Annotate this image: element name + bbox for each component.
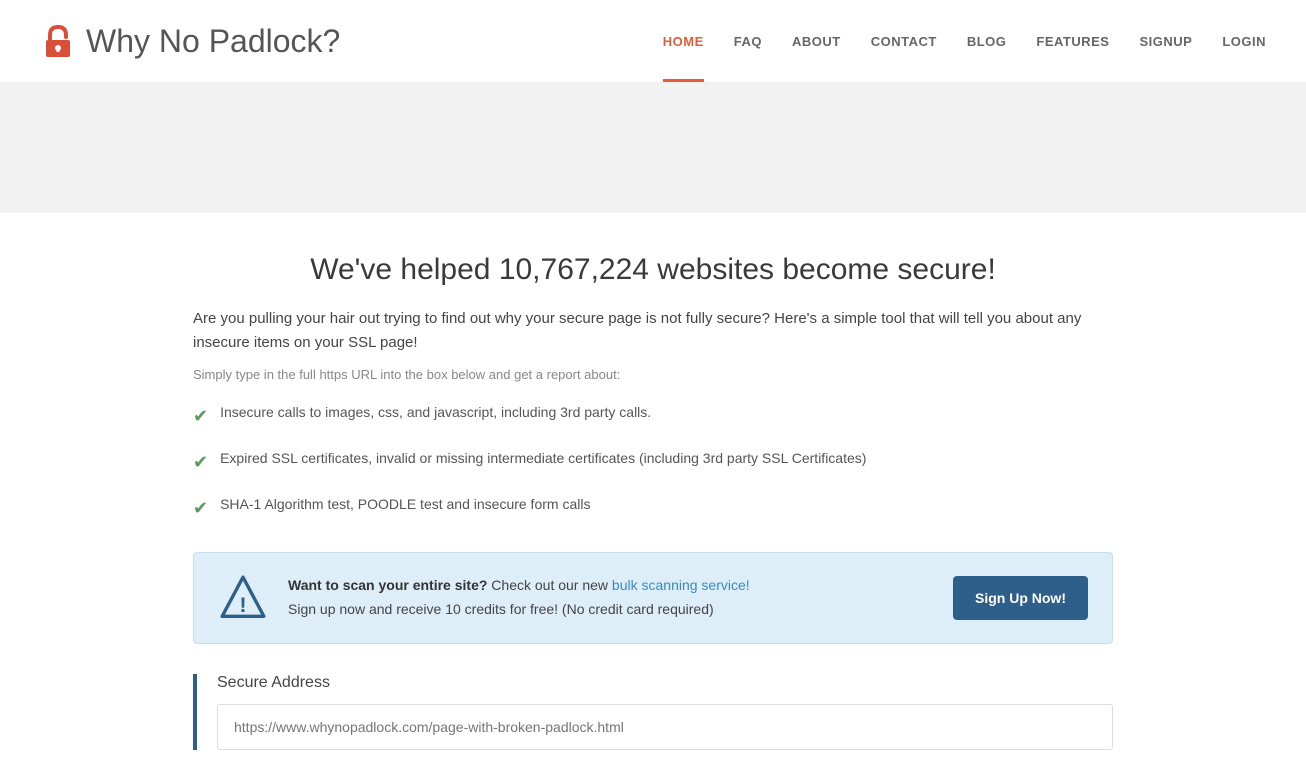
intro-text: Are you pulling your hair out trying to … <box>193 307 1113 355</box>
feature-text-2: Expired SSL certificates, invalid or mis… <box>220 448 866 469</box>
nav-blog[interactable]: BLOG <box>967 0 1007 82</box>
logo-link[interactable]: Why No Padlock? <box>40 23 340 60</box>
padlock-icon <box>40 23 76 59</box>
site-header: Why No Padlock? HOME FAQ ABOUT CONTACT B… <box>0 0 1306 83</box>
url-input[interactable] <box>217 704 1113 750</box>
sub-text: Simply type in the full https URL into t… <box>193 367 1113 382</box>
nav-signup[interactable]: SIGNUP <box>1139 0 1192 82</box>
promo-check-text: Check out our new <box>491 577 612 593</box>
nav-login[interactable]: LOGIN <box>1222 0 1266 82</box>
promo-line1: Want to scan your entire site? Check out… <box>288 574 933 598</box>
features-list: ✔ Insecure calls to images, css, and jav… <box>193 402 1113 522</box>
check-icon: ✔ <box>193 449 208 476</box>
promo-link[interactable]: bulk scanning service! <box>612 577 750 593</box>
list-item: ✔ Insecure calls to images, css, and jav… <box>193 402 1113 430</box>
headline: We've helped 10,767,224 websites become … <box>193 253 1113 287</box>
main-nav: HOME FAQ ABOUT CONTACT BLOG FEATURES SIG… <box>663 0 1266 82</box>
svg-text:!: ! <box>239 592 246 617</box>
check-icon: ✔ <box>193 495 208 522</box>
promo-text: Want to scan your entire site? Check out… <box>288 574 933 622</box>
warning-icon: ! <box>218 573 268 623</box>
feature-text-3: SHA-1 Algorithm test, POODLE test and in… <box>220 494 590 515</box>
nav-faq[interactable]: FAQ <box>734 0 762 82</box>
list-item: ✔ SHA-1 Algorithm test, POODLE test and … <box>193 494 1113 522</box>
logo-text: Why No Padlock? <box>86 23 340 60</box>
form-section: Secure Address <box>193 674 1113 750</box>
nav-home[interactable]: HOME <box>663 0 704 82</box>
promo-banner: ! Want to scan your entire site? Check o… <box>193 552 1113 644</box>
nav-about[interactable]: ABOUT <box>792 0 841 82</box>
promo-line2: Sign up now and receive 10 credits for f… <box>288 598 933 622</box>
signup-button[interactable]: Sign Up Now! <box>953 576 1088 620</box>
main-content: We've helped 10,767,224 websites become … <box>173 213 1133 770</box>
hero-banner <box>0 83 1306 213</box>
form-label: Secure Address <box>217 674 1113 692</box>
nav-contact[interactable]: CONTACT <box>871 0 937 82</box>
feature-text-1: Insecure calls to images, css, and javas… <box>220 402 651 423</box>
promo-bold: Want to scan your entire site? <box>288 577 487 593</box>
check-icon: ✔ <box>193 403 208 430</box>
nav-features[interactable]: FEATURES <box>1036 0 1109 82</box>
list-item: ✔ Expired SSL certificates, invalid or m… <box>193 448 1113 476</box>
